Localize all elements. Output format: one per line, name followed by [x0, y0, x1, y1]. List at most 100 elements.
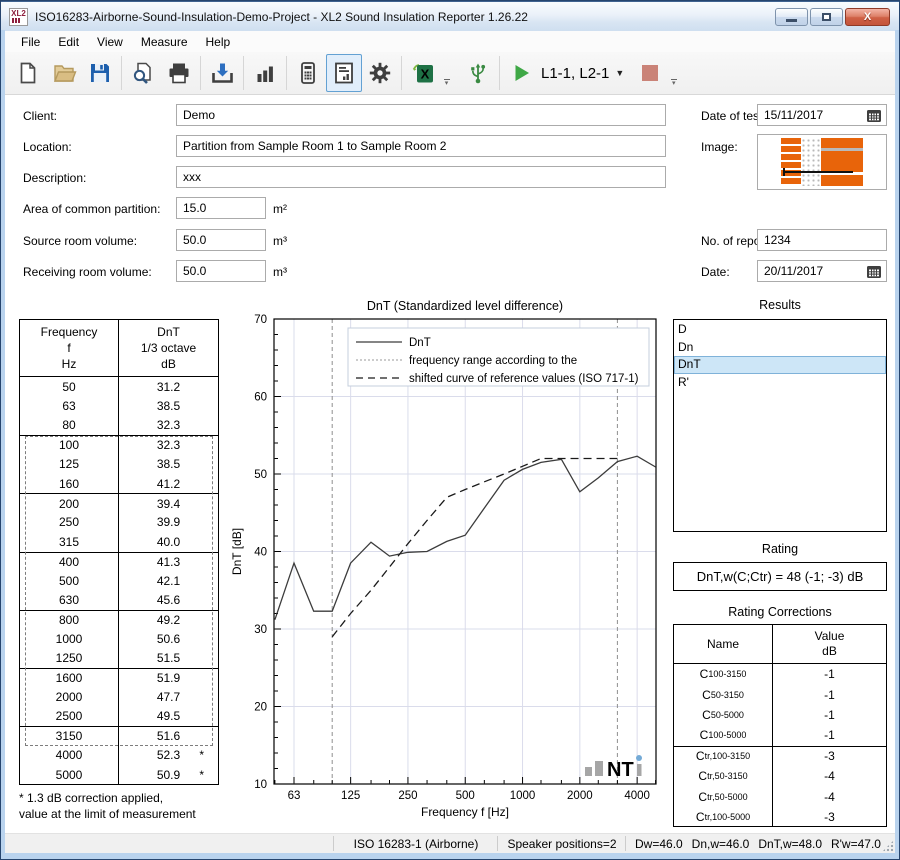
stop-icon — [640, 63, 660, 83]
client-input[interactable] — [176, 104, 666, 126]
description-label: Description: — [23, 171, 86, 185]
toolbar-overflow-button-2[interactable]: ▾ — [668, 55, 679, 91]
report-view-button[interactable] — [326, 54, 362, 92]
calendar-icon — [866, 108, 882, 123]
measurement-selector[interactable]: L1-1, L2-1 — [541, 65, 609, 82]
svg-text:50: 50 — [254, 469, 267, 481]
svg-text:20: 20 — [254, 702, 267, 714]
new-document-button[interactable] — [10, 54, 46, 92]
source-volume-input[interactable] — [176, 229, 266, 251]
receiving-volume-input[interactable] — [176, 260, 266, 282]
print-button[interactable] — [161, 54, 197, 92]
svg-text:125: 125 — [341, 790, 360, 802]
svg-text:DnT (Standardized level differ: DnT (Standardized level difference) — [367, 299, 563, 313]
status-value: Dw=46.0 — [635, 837, 683, 851]
partition-drawing — [781, 138, 863, 186]
table-row: 63045.6 — [20, 590, 218, 609]
status-bar: ISO 16283-1 (Airborne) Speaker positions… — [5, 833, 895, 853]
area-input[interactable] — [176, 197, 266, 219]
menu-item-measure[interactable]: Measure — [133, 33, 198, 51]
usb-connect-button[interactable] — [460, 54, 496, 92]
calculator-icon — [296, 61, 320, 85]
partition-arrow — [783, 171, 853, 173]
window-controls: X — [775, 8, 890, 26]
corrections-table: Name ValuedB C100-3150-1C50-3150-1C50-50… — [673, 624, 887, 827]
table-row: 5031.2 — [20, 377, 218, 396]
svg-text:40: 40 — [254, 547, 267, 559]
table-row: 500050.9* — [20, 765, 218, 784]
toolbar-overflow-button[interactable]: ▾ — [441, 55, 452, 91]
svg-text:63: 63 — [288, 790, 301, 802]
wall-left — [781, 138, 801, 186]
table-row: C100-3150-1 — [674, 664, 886, 684]
date-of-test-input[interactable] — [758, 106, 862, 124]
status-value: R'w=47.0 — [831, 837, 881, 851]
app-icon: XL2 — [9, 8, 28, 26]
dnt-column-header: DnT1/3 octavedB — [119, 320, 218, 376]
rating-title: Rating — [673, 542, 887, 556]
wall-insulation — [801, 138, 821, 186]
toolbar-separator — [243, 56, 244, 90]
table-row: 31540.0 — [20, 532, 218, 551]
wall-right — [821, 138, 863, 186]
receiving-volume-unit: m³ — [273, 265, 287, 279]
import-measurement-button[interactable] — [204, 54, 240, 92]
location-input[interactable] — [176, 135, 666, 157]
date-of-test-calendar-button[interactable] — [862, 105, 886, 125]
svg-text:250: 250 — [398, 790, 417, 802]
print-preview-button[interactable] — [125, 54, 161, 92]
excel-export-button[interactable]: X — [405, 54, 441, 92]
receiving-volume-label: Receiving room volume: — [23, 265, 152, 279]
print-preview-icon — [131, 61, 155, 85]
results-item-r[interactable]: R' — [674, 374, 886, 392]
results-item-d[interactable]: D — [674, 321, 886, 339]
table-row: 250049.5 — [20, 707, 218, 726]
resize-grip[interactable] — [882, 840, 894, 852]
status-separator — [497, 836, 498, 851]
table-row: 12538.5 — [20, 455, 218, 474]
save-project-button[interactable] — [82, 54, 118, 92]
excel-icon: X — [411, 61, 436, 85]
close-button[interactable]: X — [845, 8, 890, 26]
restore-button[interactable] — [810, 8, 843, 26]
save-icon — [88, 61, 112, 85]
report-no-input[interactable] — [757, 229, 887, 251]
toolbar-separator — [499, 56, 500, 90]
description-input[interactable] — [176, 166, 666, 188]
settings-button[interactable] — [362, 54, 398, 92]
svg-text:2000: 2000 — [567, 790, 593, 802]
menu-item-view[interactable]: View — [89, 33, 133, 51]
window-border-right — [895, 30, 899, 859]
results-item-dnt[interactable]: DnT — [674, 356, 886, 374]
toolbar-separator — [121, 56, 122, 90]
toolbar: X ▾ L1-1, L2-1 ▼ ▾ — [5, 52, 895, 95]
date-calendar-button[interactable] — [862, 261, 886, 281]
partition-image[interactable] — [757, 134, 887, 190]
svg-text:DnT [dB]: DnT [dB] — [230, 528, 244, 575]
table-row: 125051.5 — [20, 648, 218, 667]
menu-item-edit[interactable]: Edit — [50, 33, 89, 51]
svg-text:frequency range according to t: frequency range according to the — [409, 355, 577, 367]
printer-icon — [167, 61, 191, 85]
chart-svg: 1020304050607063125250500100020004000DnT… — [229, 296, 664, 831]
measurement-dropdown-arrow[interactable]: ▼ — [615, 68, 624, 78]
source-volume-unit: m³ — [273, 234, 287, 248]
table-row: 25039.9 — [20, 513, 218, 532]
svg-text:30: 30 — [254, 624, 267, 636]
menu-item-help[interactable]: Help — [198, 33, 241, 51]
minimize-button[interactable] — [775, 8, 808, 26]
svg-text:4000: 4000 — [624, 790, 650, 802]
stop-measurement-button[interactable] — [632, 54, 668, 92]
play-measurement-button[interactable] — [503, 54, 539, 92]
calculator-button[interactable] — [290, 54, 326, 92]
date-input[interactable] — [758, 262, 862, 280]
menu-item-file[interactable]: File — [13, 33, 50, 51]
table-row: 100050.6 — [20, 629, 218, 648]
table-row: 40041.3 — [20, 552, 218, 571]
open-project-button[interactable] — [46, 54, 82, 92]
date-of-test-field — [757, 104, 887, 126]
results-item-dn[interactable]: Dn — [674, 339, 886, 357]
app-window: XL2 ISO16283-Airborne-Sound-Insulation-D… — [0, 0, 900, 860]
svg-text:NT: NT — [607, 759, 634, 781]
level-chart-button[interactable] — [247, 54, 283, 92]
